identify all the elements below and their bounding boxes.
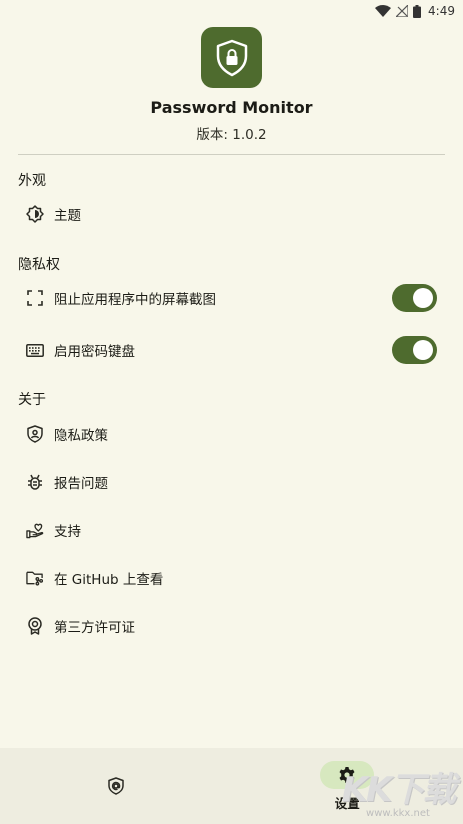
github-folder-icon bbox=[26, 569, 44, 587]
battery-icon bbox=[413, 4, 422, 18]
settings-item-password-keyboard[interactable]: 启用密码键盘 bbox=[26, 332, 437, 368]
wifi-icon bbox=[375, 5, 392, 17]
toggle-knob bbox=[413, 340, 433, 360]
section-title-privacy: 隐私权 bbox=[18, 257, 60, 273]
app-version: 版本: 1.0.2 bbox=[196, 127, 267, 143]
settings-item-label: 在 GitHub 上查看 bbox=[54, 572, 164, 588]
watermark-url: www.kkx.net bbox=[366, 807, 430, 819]
app-header: Password Monitor 版本: 1.0.2 bbox=[0, 27, 463, 143]
privacy-shield-icon bbox=[26, 425, 44, 443]
settings-item-theme[interactable]: 主题 bbox=[26, 196, 437, 232]
bug-icon bbox=[26, 473, 44, 491]
hand-heart-icon bbox=[26, 521, 44, 539]
settings-item-label: 启用密码键盘 bbox=[54, 344, 135, 360]
settings-item-label: 隐私政策 bbox=[54, 428, 108, 444]
block-screenshots-toggle[interactable] bbox=[392, 284, 437, 312]
section-title-about: 关于 bbox=[18, 392, 46, 408]
settings-item-block-screenshots[interactable]: 阻止应用程序中的屏幕截图 bbox=[26, 280, 437, 316]
app-logo bbox=[201, 27, 262, 88]
section-title-appearance: 外观 bbox=[18, 173, 46, 189]
theme-icon bbox=[26, 205, 44, 223]
settings-item-label: 主题 bbox=[54, 208, 81, 224]
status-time: 4:49 bbox=[428, 4, 455, 18]
settings-item-report-issue[interactable]: 报告问题 bbox=[26, 464, 437, 500]
settings-item-label: 报告问题 bbox=[54, 476, 108, 492]
watermark-text: KK下载 bbox=[341, 769, 457, 810]
settings-item-label: 支持 bbox=[54, 524, 81, 540]
app-title: Password Monitor bbox=[150, 98, 313, 117]
settings-item-label: 阻止应用程序中的屏幕截图 bbox=[54, 292, 216, 308]
divider bbox=[18, 154, 445, 155]
settings-item-support[interactable]: 支持 bbox=[26, 512, 437, 548]
license-badge-icon bbox=[26, 617, 44, 635]
settings-item-label: 第三方许可证 bbox=[54, 620, 135, 636]
settings-item-licenses[interactable]: 第三方许可证 bbox=[26, 608, 437, 644]
status-bar: 4:49 bbox=[0, 0, 463, 22]
nav-item-monitor[interactable] bbox=[0, 748, 232, 824]
password-keyboard-toggle[interactable] bbox=[392, 336, 437, 364]
toggle-knob bbox=[413, 288, 433, 308]
shield-at-icon bbox=[108, 777, 124, 795]
screenshot-frame-icon bbox=[26, 289, 44, 307]
watermark: KK下载 www.kkx.net bbox=[339, 770, 457, 820]
settings-item-privacy-policy[interactable]: 隐私政策 bbox=[26, 416, 437, 452]
shield-lock-icon bbox=[216, 39, 247, 76]
settings-item-github[interactable]: 在 GitHub 上查看 bbox=[26, 560, 437, 596]
nav-pill bbox=[89, 772, 143, 800]
no-signal-icon bbox=[396, 5, 409, 17]
keyboard-icon bbox=[26, 341, 44, 359]
